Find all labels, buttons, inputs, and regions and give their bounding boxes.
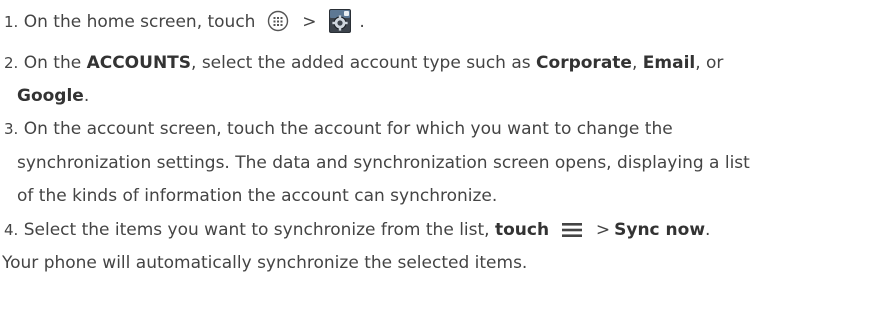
step-text: Select the items you want to synchronize… (18, 220, 495, 240)
step-number: 4. (4, 221, 19, 239)
step-text: , (631, 53, 643, 73)
step-text: , select the added account type such as (191, 53, 537, 73)
step-2: 2. On the ACCOUNTS, select the added acc… (4, 53, 723, 73)
email-term: Email (642, 53, 696, 73)
step-text: On the home screen, touch (18, 12, 256, 32)
sync-now-term: Sync now (614, 220, 706, 240)
menu-icon (562, 222, 583, 242)
step-1: 1. On the home screen, touch > . (4, 8, 365, 39)
instructions-document: 1. On the home screen, touch > . 2. On t… (0, 0, 887, 318)
settings-icon (328, 8, 352, 39)
arrow-separator: > (302, 12, 317, 32)
step-3-line-2: synchronization settings. The data and s… (17, 153, 750, 173)
step-end: . (705, 220, 711, 240)
step-text: synchronization settings. The data and s… (17, 153, 750, 173)
step-text: of the kinds of information the account … (17, 186, 498, 206)
step-number: 3. (4, 120, 19, 138)
google-term: Google (17, 86, 84, 106)
step-end: . (359, 12, 365, 32)
footer-note: Your phone will automatically synchroniz… (2, 253, 528, 273)
step-2-continued: Google. (17, 86, 89, 106)
step-3: 3. On the account screen, touch the acco… (4, 119, 673, 139)
arrow-separator: > (595, 220, 611, 240)
step-text: . (83, 86, 90, 106)
touch-term: touch (494, 220, 550, 240)
step-text: , or (695, 53, 724, 73)
step-3-line-3: of the kinds of information the account … (17, 186, 497, 206)
step-number: 2. (4, 54, 19, 72)
step-text: On the account screen, touch the account… (18, 119, 673, 139)
step-number: 1. (4, 13, 19, 31)
corporate-term: Corporate (536, 53, 632, 73)
step-text: On the (18, 53, 87, 73)
step-4: 4. Select the items you want to synchron… (4, 220, 710, 242)
accounts-term: ACCOUNTS (86, 53, 192, 73)
apps-grid-icon (267, 10, 289, 37)
